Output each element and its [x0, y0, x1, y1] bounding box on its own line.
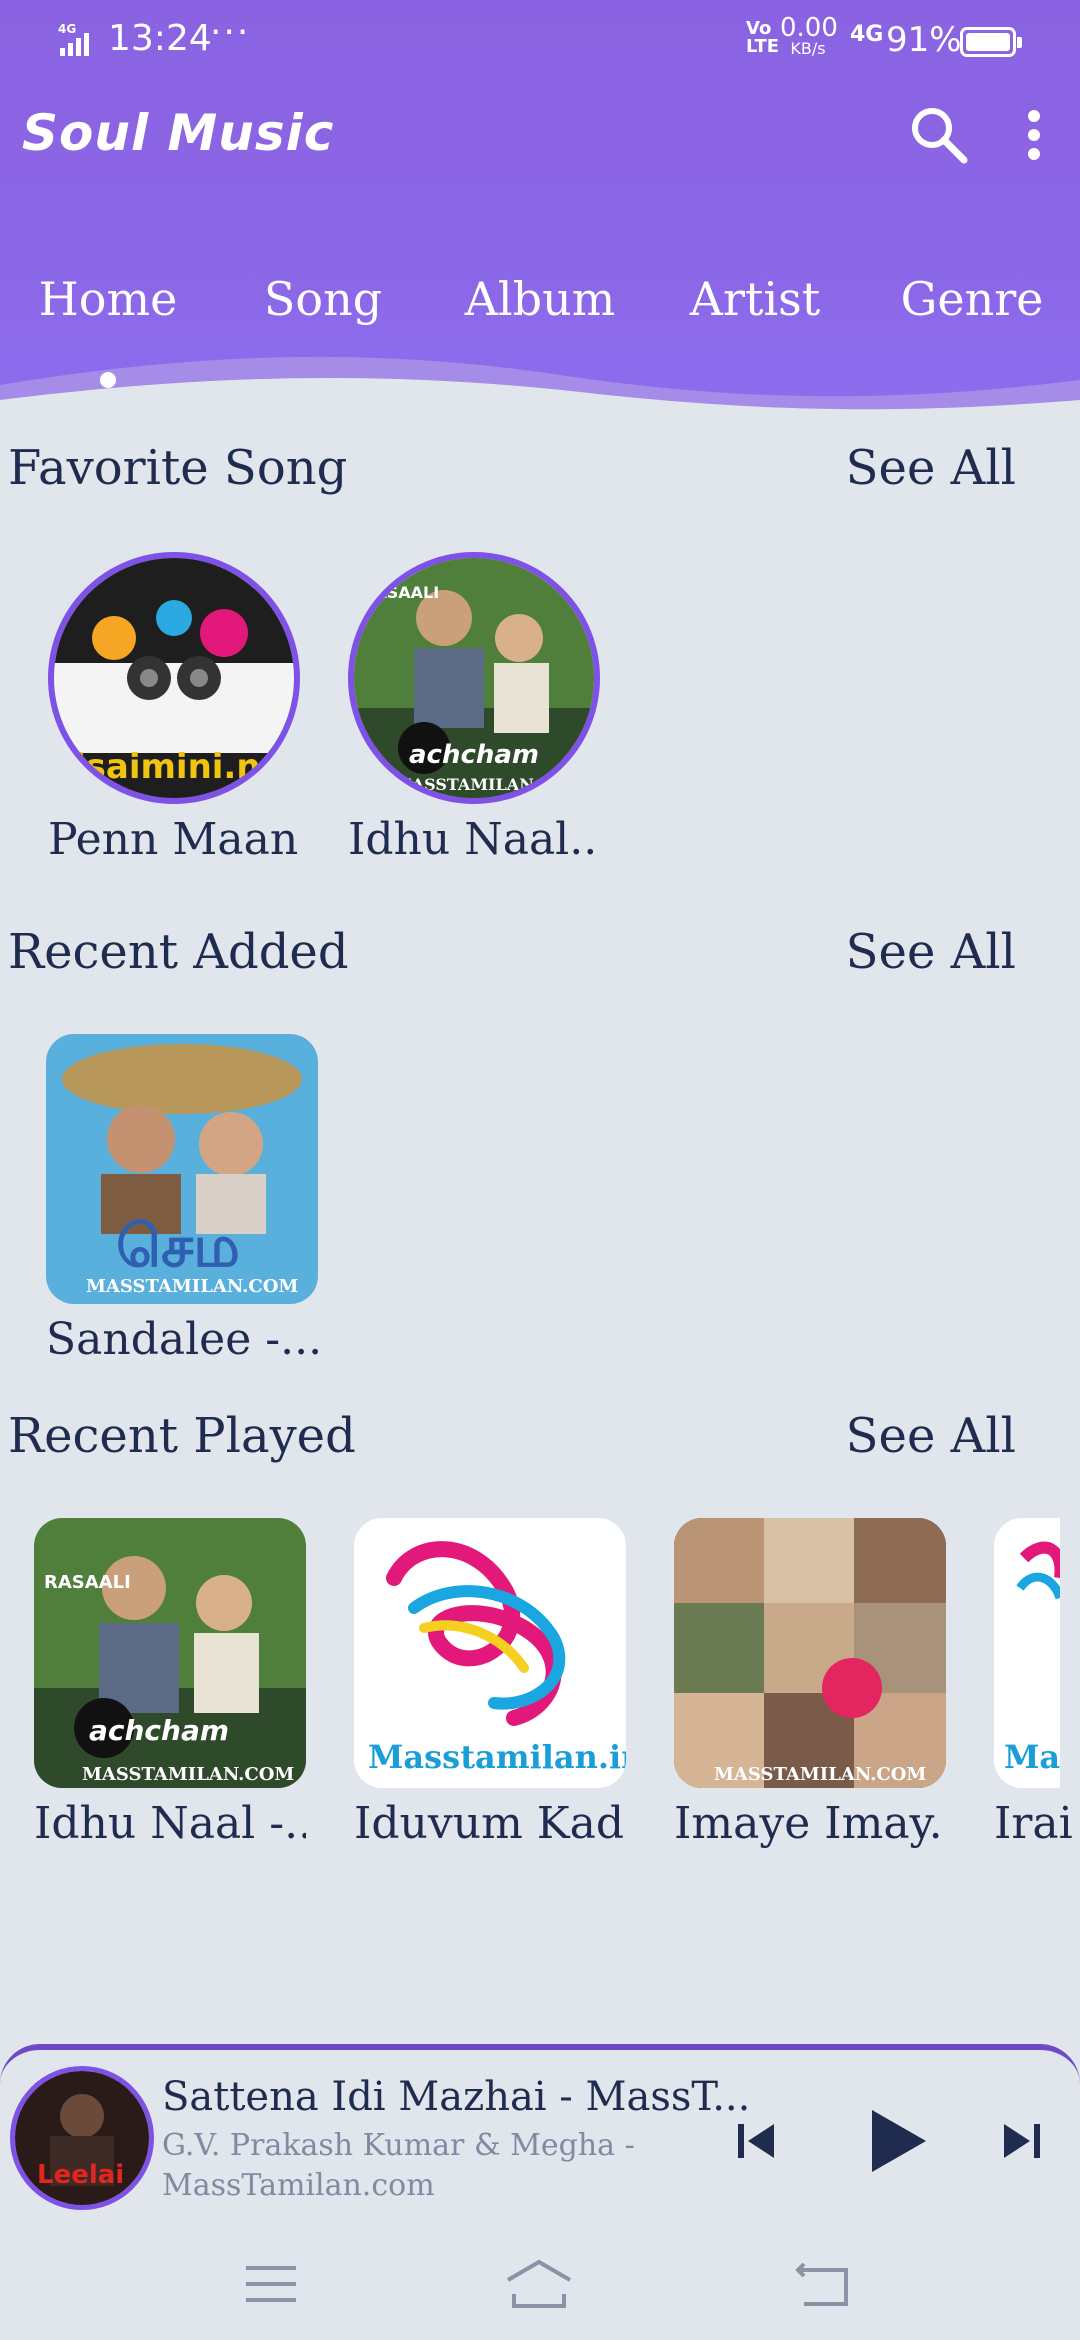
- now-playing-artist: G.V. Prakash Kumar & Megha - MassTamilan…: [162, 2128, 635, 2203]
- svg-text:achcham: achcham: [409, 740, 539, 770]
- album-art: RASAALI achcham MASSTAMILAN.COM: [348, 552, 600, 804]
- svg-text:achcham: achcham: [89, 1714, 229, 1747]
- next-icon: [1004, 2124, 1040, 2158]
- song-title: Sandalee -...: [46, 1314, 318, 1365]
- app-header: 4G 13:24 ··· Vo LTE 0.00 KB/s 4G 91% Sou…: [0, 0, 1080, 440]
- art-text: MASSTAMILAN.COM: [394, 775, 583, 794]
- album-art: செம MASSTAMILAN.COM: [46, 1034, 318, 1304]
- album-art: Masstamilan.in: [354, 1518, 626, 1788]
- next-button[interactable]: [996, 2116, 1046, 2166]
- tab-bar: Home Song Album Artist Genre: [0, 272, 1080, 342]
- svg-text:செம: செம: [116, 1212, 240, 1280]
- status-bar: 4G 13:24 ··· Vo LTE 0.00 KB/s 4G 91%: [0, 0, 1080, 84]
- tab-album[interactable]: Album: [465, 272, 616, 326]
- song-title: Irai: [994, 1798, 1073, 1849]
- search-icon: [912, 108, 968, 164]
- status-time: 13:24: [108, 18, 212, 59]
- recent-added-section-title: Recent Added: [8, 924, 349, 980]
- play-icon: [872, 2110, 926, 2172]
- svg-text:RASAALI: RASAALI: [44, 1572, 131, 1593]
- volte-label: Vo LTE: [746, 18, 780, 57]
- album-art: RASAALI achcham MASSTAMILAN.COM: [34, 1518, 306, 1788]
- tab-home[interactable]: Home: [39, 272, 178, 326]
- svg-text:4G: 4G: [58, 22, 76, 36]
- now-playing-art: Leelai: [10, 2066, 154, 2210]
- art-text: MASSTAMILAN.COM: [82, 1764, 294, 1785]
- tab-genre[interactable]: Genre: [901, 272, 1044, 326]
- tab-artist[interactable]: Artist: [690, 272, 821, 326]
- svg-text:Leelai: Leelai: [37, 2160, 124, 2190]
- favorite-song-card[interactable]: RASAALI achcham MASSTAMILAN.COM Idhu Naa…: [348, 552, 600, 865]
- art-text: Masstamilan.in: [368, 1738, 626, 1776]
- signal-icon: 4G: [58, 22, 89, 56]
- favorite-section-title: Favorite Song: [8, 440, 348, 496]
- recent-played-card[interactable]: Ma Irai: [994, 1518, 1080, 1849]
- home-button[interactable]: [504, 2254, 574, 2314]
- album-art: Ma: [994, 1518, 1060, 1788]
- song-title: Idhu Naal...: [348, 814, 600, 865]
- header-wave: [0, 356, 1080, 440]
- battery-percent: 91%: [886, 20, 962, 60]
- home-icon: [506, 2259, 572, 2308]
- status-dots: ···: [210, 12, 251, 53]
- tab-indicator: [100, 372, 116, 388]
- art-text: Ma: [1004, 1738, 1060, 1776]
- album-art: MASSTAMILAN.COM: [674, 1518, 946, 1788]
- art-text: isaimini.net: [74, 747, 294, 787]
- recent-added-see-all-link[interactable]: See All: [846, 924, 1016, 980]
- mini-player[interactable]: Leelai Sattena Idi Mazhai - MassT... G.V…: [0, 2044, 1080, 2230]
- network-type: 4G: [850, 22, 884, 47]
- recent-played-section-title: Recent Played: [8, 1408, 356, 1464]
- search-button[interactable]: [908, 104, 970, 166]
- recent-played-see-all-link[interactable]: See All: [846, 1408, 1016, 1464]
- network-speed: 0.00 KB/s: [780, 15, 838, 58]
- app-title: Soul Music: [22, 104, 335, 162]
- previous-icon: [738, 2124, 774, 2158]
- favorite-see-all-link[interactable]: See All: [846, 440, 1016, 496]
- album-art: isaimini.net: [48, 552, 300, 804]
- recent-played-card[interactable]: MASSTAMILAN.COM Imaye Imay...: [674, 1518, 946, 1849]
- previous-button[interactable]: [732, 2116, 782, 2166]
- more-vert-icon: [1028, 110, 1040, 160]
- play-button[interactable]: [862, 2106, 932, 2176]
- more-options-button[interactable]: [1020, 104, 1048, 166]
- song-title: Iduvum Kad...: [354, 1798, 626, 1849]
- system-navigation-bar: [0, 2230, 1080, 2340]
- recent-played-card[interactable]: Masstamilan.in Iduvum Kad...: [354, 1518, 626, 1849]
- menu-icon: [246, 2266, 296, 2302]
- battery-icon: [960, 27, 1022, 57]
- art-text: MASSTAMILAN.COM: [86, 1276, 298, 1297]
- recent-added-card[interactable]: செம MASSTAMILAN.COM Sandalee -...: [46, 1034, 318, 1365]
- song-title: Idhu Naal -...: [34, 1798, 306, 1849]
- back-icon: [795, 2262, 848, 2306]
- recent-played-card[interactable]: RASAALI achcham MASSTAMILAN.COM Idhu Naa…: [34, 1518, 306, 1849]
- svg-text:RASAALI: RASAALI: [362, 583, 439, 602]
- song-title: Penn Maan...: [48, 814, 300, 865]
- now-playing-title: Sattena Idi Mazhai - MassT...: [162, 2074, 751, 2120]
- tab-song[interactable]: Song: [264, 272, 382, 326]
- art-text: MASSTAMILAN.COM: [714, 1764, 926, 1785]
- favorite-song-card[interactable]: isaimini.net Penn Maan...: [48, 552, 300, 865]
- back-button[interactable]: [790, 2254, 860, 2314]
- song-title: Imaye Imay...: [674, 1798, 946, 1849]
- menu-button[interactable]: [236, 2254, 306, 2314]
